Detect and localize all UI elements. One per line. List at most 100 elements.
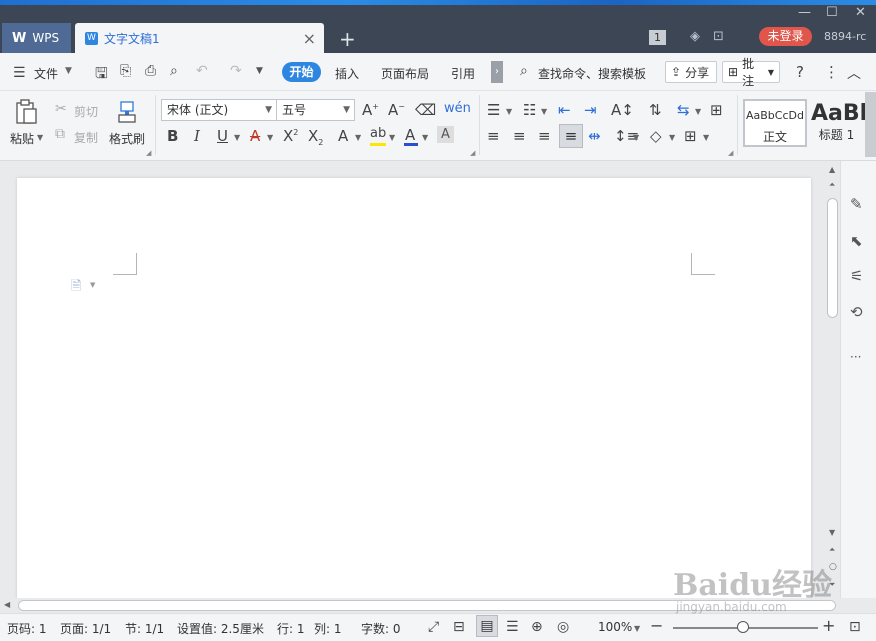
zoom-out-icon[interactable]: − <box>650 616 663 635</box>
copy-icon[interactable]: ⧉ <box>55 126 65 142</box>
italic-icon[interactable]: I <box>194 127 200 145</box>
skin-icon[interactable]: ◈ <box>690 29 700 44</box>
collapse-ribbon-icon[interactable]: ︿ <box>847 63 861 83</box>
format-painter-icon[interactable] <box>117 100 137 124</box>
status-page-code[interactable]: 页码: 1 <box>7 620 47 637</box>
align-left-icon[interactable]: ≡ <box>487 127 500 145</box>
tab-insert[interactable]: 插入 <box>335 65 359 82</box>
status-column[interactable]: 列: 1 <box>314 620 342 637</box>
font-dialog-icon[interactable]: ◢ <box>470 149 475 157</box>
close-tab-icon[interactable]: × <box>303 29 316 48</box>
chevron-down-icon[interactable]: ▼ <box>355 133 361 142</box>
web-view-icon[interactable]: ⊕ <box>531 619 543 635</box>
pen-icon[interactable]: ✎ <box>850 195 863 213</box>
paste-button[interactable]: 粘贴 <box>10 130 34 147</box>
redo-icon[interactable]: ↷ <box>230 63 242 79</box>
eye-protection-icon[interactable]: ◎ <box>557 619 569 635</box>
settings-sliders-icon[interactable]: ⚟ <box>850 267 863 285</box>
window-count-badge[interactable]: 1 <box>649 30 666 45</box>
chevron-down-icon[interactable]: ▼ <box>389 133 395 142</box>
scroll-top-icon[interactable]: ⏶ <box>829 180 835 190</box>
chevron-down-icon[interactable]: ▼ <box>695 107 701 116</box>
zoom-in-icon[interactable]: + <box>822 616 835 635</box>
clipboard-dialog-icon[interactable]: ◢ <box>146 149 151 157</box>
save-icon[interactable]: 🖫 <box>95 63 108 88</box>
shading-icon[interactable]: ◇ <box>650 127 662 145</box>
superscript-icon[interactable]: X2 <box>283 127 298 145</box>
bold-icon[interactable]: B <box>167 127 178 145</box>
borders-icon[interactable]: ⊞ <box>684 127 697 145</box>
vertical-scroll-thumb[interactable] <box>827 198 838 318</box>
decrease-font-icon[interactable]: A− <box>388 101 405 119</box>
scroll-left-icon[interactable]: ◀ <box>4 600 10 609</box>
file-menu[interactable]: 文件 <box>34 65 58 82</box>
command-search[interactable]: 查找命令、搜索模板 <box>538 65 646 82</box>
help-icon[interactable]: ? <box>796 63 804 81</box>
maximize-icon[interactable]: ☐ <box>826 5 838 20</box>
fullscreen-icon[interactable]: ⤢ <box>428 619 439 635</box>
bullets-icon[interactable]: ☰ <box>487 101 500 119</box>
subscript-icon[interactable]: X2 <box>308 127 323 147</box>
chevron-down-icon[interactable]: ▼ <box>65 66 72 76</box>
format-painter-button[interactable]: 格式刷 <box>109 130 145 147</box>
paragraph-layout-icon[interactable]: 🗎 <box>71 277 81 299</box>
style-normal[interactable]: AaBbCcDd 正文 <box>743 99 807 147</box>
status-row[interactable]: 行: 1 <box>277 620 305 637</box>
chevron-down-icon[interactable]: ▼ <box>541 107 547 116</box>
chevron-down-icon[interactable]: ▼ <box>506 107 512 116</box>
document-page[interactable] <box>17 178 811 598</box>
scroll-up-icon[interactable]: ▲ <box>829 165 835 174</box>
tab-references[interactable]: 引用 <box>451 65 475 82</box>
print-icon[interactable]: ⎙ <box>145 63 156 79</box>
cut-icon[interactable]: ✂ <box>55 101 67 117</box>
chevron-down-icon[interactable]: ▼ <box>90 281 95 289</box>
share-button[interactable]: ⇪ 分享 <box>665 61 717 83</box>
read-mode-icon[interactable]: ⊟ <box>453 619 465 635</box>
print-preview-icon[interactable]: ⌕ <box>170 63 178 79</box>
increase-indent-icon[interactable]: ⇥ <box>584 101 597 119</box>
add-tab-icon[interactable]: + <box>339 27 356 51</box>
export-pdf-icon[interactable]: ⎘ <box>120 63 131 79</box>
more-tabs-icon[interactable]: › <box>491 61 503 83</box>
prev-page-icon[interactable]: ⏶ <box>829 545 835 555</box>
more-icon[interactable]: ··· <box>850 350 861 364</box>
tab-wps-home[interactable]: W WPS <box>2 23 71 53</box>
decrease-indent-icon[interactable]: ⇤ <box>558 101 571 119</box>
copy-button[interactable]: 复制 <box>74 129 98 146</box>
text-effect-icon[interactable]: A <box>338 127 348 145</box>
font-name-select[interactable]: 宋体 (正文) ▼ <box>161 99 277 121</box>
chevron-down-icon[interactable]: ▼ <box>633 133 639 142</box>
status-word-count[interactable]: 字数: 0 <box>361 620 401 637</box>
text-direction-icon[interactable]: A↕ <box>611 101 634 119</box>
numbering-icon[interactable]: ☷ <box>523 101 536 119</box>
character-shading-icon[interactable]: A <box>437 126 454 143</box>
strikethrough-icon[interactable]: A <box>250 127 260 145</box>
align-right-icon[interactable]: ≡ <box>538 127 551 145</box>
show-marks-icon[interactable]: ⊞ <box>710 101 723 119</box>
underline-icon[interactable]: U <box>217 127 228 145</box>
clear-format-icon[interactable]: ⌫ <box>415 101 436 119</box>
zoom-slider-thumb[interactable] <box>737 621 749 633</box>
tab-page-layout[interactable]: 页面布局 <box>381 65 429 82</box>
status-section[interactable]: 节: 1/1 <box>125 620 164 637</box>
undo-icon[interactable]: ↶ <box>196 63 208 79</box>
comment-button[interactable]: ⊞ 批注 ▼ <box>722 57 780 88</box>
line-spacing-tool-icon[interactable]: ⇆ <box>677 101 690 119</box>
font-size-select[interactable]: 五号 ▼ <box>276 99 355 121</box>
menu-icon[interactable]: ☰ <box>13 65 26 81</box>
more-options-icon[interactable]: ⋮ <box>824 63 839 81</box>
paragraph-dialog-icon[interactable]: ◢ <box>728 149 733 157</box>
styles-scroll[interactable] <box>865 92 876 157</box>
chevron-down-icon[interactable]: ▼ <box>234 133 240 142</box>
scroll-down-icon[interactable]: ▼ <box>829 528 835 537</box>
page-view-icon[interactable]: ▤ <box>476 615 498 637</box>
chevron-down-icon[interactable]: ▼ <box>703 133 709 142</box>
status-setting[interactable]: 设置值: 2.5厘米 <box>177 620 264 637</box>
font-color-icon[interactable]: A <box>405 126 415 144</box>
tab-document[interactable]: W 文字文稿1 × <box>75 23 324 53</box>
cut-button[interactable]: 剪切 <box>74 103 98 120</box>
sort-icon[interactable]: ⇅ <box>649 101 662 119</box>
highlight-icon[interactable]: ab <box>370 126 386 141</box>
select-cursor-icon[interactable]: ⬉ <box>850 232 863 250</box>
chevron-down-icon[interactable]: ▼ <box>669 133 675 142</box>
